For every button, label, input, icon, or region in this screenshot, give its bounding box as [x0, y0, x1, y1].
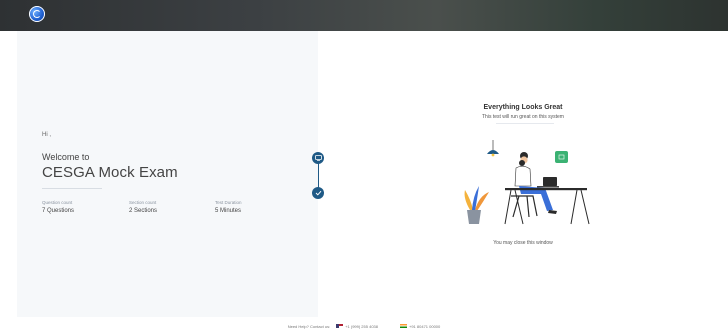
- question-count-label: Question count: [42, 200, 73, 205]
- exam-title: CESGA Mock Exam: [42, 164, 178, 181]
- system-check-step: [312, 152, 324, 164]
- top-bar: [0, 0, 728, 31]
- us-contact[interactable]: +1 (999) 255 4038: [336, 324, 378, 329]
- completed-step: [312, 187, 324, 199]
- result-divider: [496, 123, 554, 124]
- us-flag-icon: [336, 324, 344, 328]
- system-check-icon: [314, 155, 322, 161]
- india-phone: +91 80471 00000: [409, 323, 441, 329]
- org-logo-icon[interactable]: [29, 6, 45, 22]
- check-icon: [315, 190, 321, 196]
- test-duration-value: 5 Minutes: [215, 208, 242, 214]
- india-flag-icon: [400, 324, 407, 328]
- person-at-desk-illustration: [464, 140, 590, 225]
- section-count-value: 2 Sections: [129, 208, 158, 214]
- result-subtitle: This test will run great on this system: [482, 114, 564, 120]
- result-title: Everything Looks Great: [483, 104, 563, 111]
- india-contact[interactable]: +91 80471 00000: [400, 324, 440, 329]
- test-duration-label: Test Duration: [215, 200, 242, 205]
- help-text: Need Help? Contact us:: [287, 323, 331, 329]
- divider: [42, 188, 102, 189]
- question-count-value: 7 Questions: [42, 208, 75, 214]
- greeting-text: Hi ,: [42, 132, 51, 138]
- section-count-label: Section count: [129, 200, 157, 205]
- footer: Need Help? Contact us: +1 (999) 255 4038…: [0, 320, 728, 332]
- close-window-note: You may close this window: [493, 240, 553, 246]
- us-phone: +1 (999) 255 4038: [345, 323, 378, 329]
- welcome-text: Welcome to: [42, 152, 90, 162]
